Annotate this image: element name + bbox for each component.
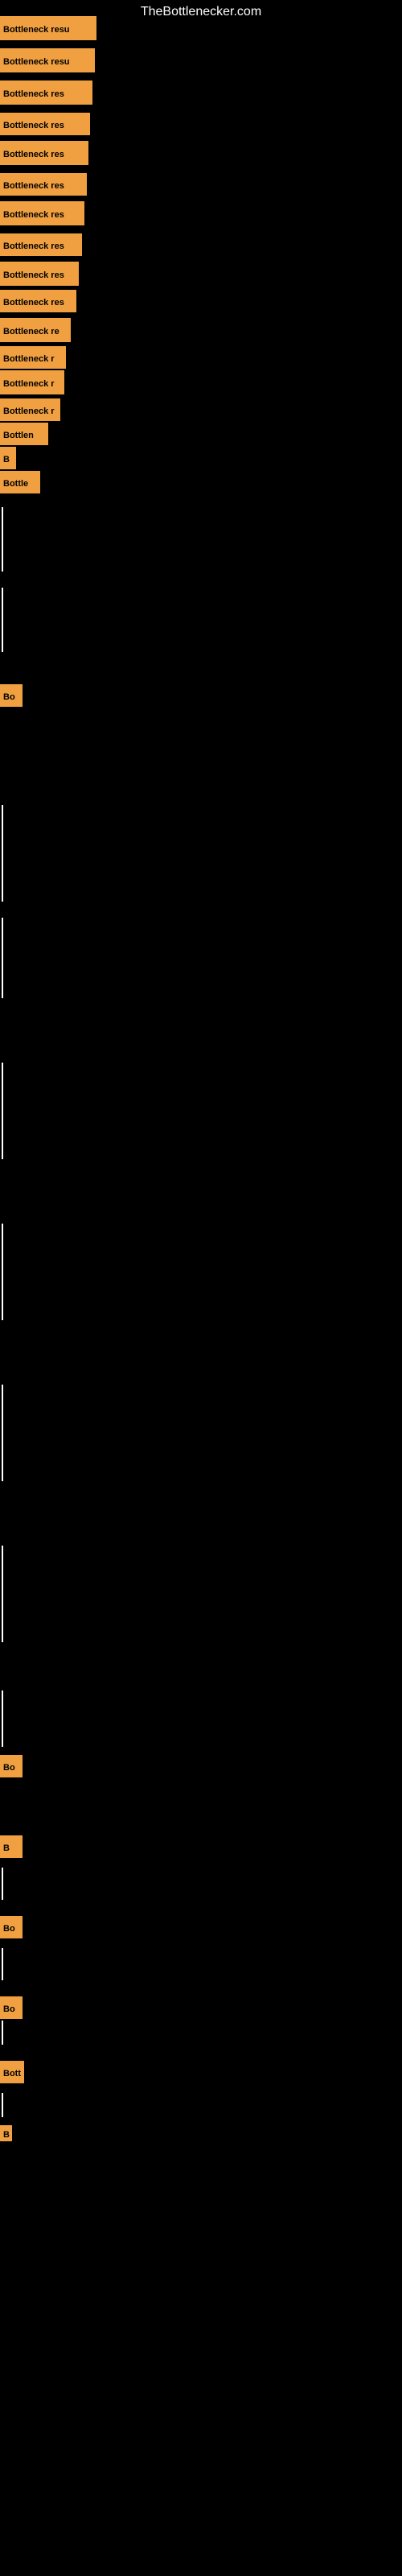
bottleneck-item-13: Bottleneck r: [0, 398, 60, 421]
vertical-line-7: [2, 1546, 3, 1642]
bottleneck-item-15: B: [0, 447, 16, 469]
bottleneck-item-29: Bo: [0, 1996, 23, 2019]
bottleneck-item-6: Bottleneck res: [0, 201, 84, 225]
bottleneck-item-10: Bottleneck re: [0, 318, 71, 342]
bottleneck-item-27: B: [0, 1835, 23, 1858]
bottleneck-item-4: Bottleneck res: [0, 141, 88, 165]
vertical-line-4: [2, 1063, 3, 1159]
vertical-line-3: [2, 918, 3, 998]
bottleneck-item-7: Bottleneck res: [0, 233, 82, 256]
bottleneck-item-0: Bottleneck resu: [0, 16, 96, 40]
bottleneck-item-28: Bo: [0, 1916, 23, 1938]
bottleneck-item-2: Bottleneck res: [0, 80, 92, 105]
vertical-line-2: [2, 805, 3, 902]
vertical-line-11: [2, 1948, 3, 1980]
vertical-line-13: [2, 2093, 3, 2117]
vertical-line-10: [2, 1868, 3, 1900]
bottleneck-item-5: Bottleneck res: [0, 173, 87, 196]
bottleneck-item-3: Bottleneck res: [0, 113, 90, 135]
vertical-line-6: [2, 1385, 3, 1481]
bottleneck-item-1: Bottleneck resu: [0, 48, 95, 72]
bottleneck-item-9: Bottleneck res: [0, 290, 76, 312]
bottleneck-item-30: Bott: [0, 2061, 24, 2083]
bottleneck-item-14: Bottlen: [0, 423, 48, 445]
bottleneck-item-19: Bo: [0, 684, 23, 707]
vertical-line-9: [2, 1731, 3, 1747]
bottleneck-item-8: Bottleneck res: [0, 262, 79, 286]
vertical-line-5: [2, 1224, 3, 1320]
vertical-line-1: [2, 588, 3, 652]
bottleneck-item-12: Bottleneck r: [0, 370, 64, 394]
vertical-line-12: [2, 2021, 3, 2045]
vertical-line-0: [2, 507, 3, 572]
bottleneck-item-31: B: [0, 2125, 12, 2141]
bottleneck-item-16: Bottle: [0, 471, 40, 493]
bottleneck-item-26: Bo: [0, 1755, 23, 1777]
bottleneck-item-11: Bottleneck r: [0, 346, 66, 369]
